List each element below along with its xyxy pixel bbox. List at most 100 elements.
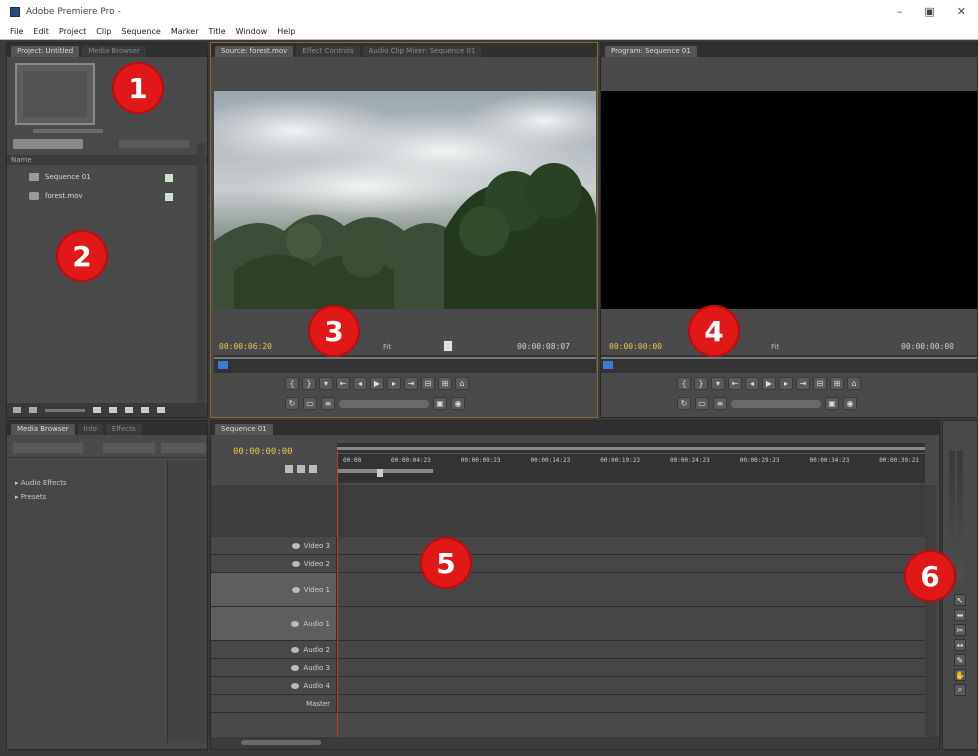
- menu-clip[interactable]: Clip: [96, 27, 111, 36]
- export-frame-button[interactable]: ⌂: [455, 377, 469, 390]
- list-view-icon[interactable]: [13, 407, 21, 413]
- maximize-button[interactable]: ▣: [924, 5, 934, 18]
- step-forward-button[interactable]: ▸: [387, 377, 401, 390]
- menu-title[interactable]: Title: [209, 27, 226, 36]
- tab-info[interactable]: Info: [77, 424, 103, 435]
- jog-shuttle[interactable]: [731, 399, 821, 408]
- pen-tool-icon[interactable]: ✎: [954, 654, 966, 666]
- tab-media-browser[interactable]: Media Browser: [82, 46, 146, 57]
- tree-item[interactable]: ▸ Audio Effects: [15, 479, 67, 487]
- zoom-tool-icon[interactable]: ⌕: [954, 684, 966, 696]
- resolution-icon[interactable]: [443, 340, 453, 352]
- files-of-type-select[interactable]: [103, 443, 155, 453]
- tab-project[interactable]: Project: Untitled: [11, 46, 80, 57]
- go-to-in-button[interactable]: ⇤: [728, 377, 742, 390]
- link-icon[interactable]: [309, 465, 317, 473]
- loop-button[interactable]: ↻: [677, 397, 691, 410]
- safe-margins-button[interactable]: ▭: [303, 397, 317, 410]
- program-timecode-in[interactable]: 00:00:00:00: [609, 342, 662, 351]
- add-marker-button[interactable]: ▾: [711, 377, 725, 390]
- timeline-zoom-bar[interactable]: [211, 737, 939, 749]
- source-timecode-in[interactable]: 00:00:06:20: [219, 342, 272, 351]
- program-time-ruler[interactable]: [601, 355, 977, 373]
- menu-sequence[interactable]: Sequence: [121, 27, 160, 36]
- tab-media-browser-2[interactable]: Media Browser: [11, 424, 75, 435]
- search-input[interactable]: [13, 139, 83, 149]
- snap-icon[interactable]: [285, 465, 293, 473]
- razor-tool-icon[interactable]: ✂: [954, 624, 966, 636]
- menu-window[interactable]: Window: [236, 27, 268, 36]
- menu-file[interactable]: File: [10, 27, 23, 36]
- insert-clip-button[interactable]: ▣: [433, 397, 447, 410]
- trash-icon[interactable]: [157, 407, 165, 413]
- menu-edit[interactable]: Edit: [33, 27, 49, 36]
- track-header[interactable]: Audio 4: [211, 677, 337, 694]
- speaker-icon[interactable]: [291, 682, 300, 689]
- close-button[interactable]: ✕: [957, 5, 966, 18]
- output-button[interactable]: ≡: [321, 397, 335, 410]
- mark-out-button[interactable]: }: [694, 377, 708, 390]
- new-bin-icon[interactable]: [125, 407, 133, 413]
- source-zoom-select[interactable]: Fit: [383, 343, 391, 351]
- step-back-button[interactable]: ◂: [353, 377, 367, 390]
- overwrite-button[interactable]: ⊞: [438, 377, 452, 390]
- track-lane[interactable]: [337, 607, 925, 640]
- go-to-in-button[interactable]: ⇤: [336, 377, 350, 390]
- in-dropdown[interactable]: [119, 140, 189, 148]
- loop-button[interactable]: ↻: [285, 397, 299, 410]
- column-header[interactable]: Name: [7, 155, 207, 165]
- step-forward-button[interactable]: ▸: [779, 377, 793, 390]
- jog-shuttle[interactable]: [339, 399, 429, 408]
- output-button[interactable]: ≡: [713, 397, 727, 410]
- track-header[interactable]: Audio 2: [211, 641, 337, 658]
- minimize-button[interactable]: –: [897, 5, 903, 18]
- go-to-out-button[interactable]: ⇥: [796, 377, 810, 390]
- list-item[interactable]: Sequence 01: [29, 173, 91, 181]
- speaker-icon[interactable]: [291, 646, 300, 653]
- eye-icon[interactable]: [291, 542, 300, 549]
- mark-out-button[interactable]: }: [302, 377, 316, 390]
- playhead-line[interactable]: [337, 451, 338, 741]
- safe-margins-button[interactable]: ▭: [695, 397, 709, 410]
- menu-marker[interactable]: Marker: [171, 27, 199, 36]
- track-header[interactable]: Audio 3: [211, 659, 337, 676]
- view-as-select[interactable]: [161, 443, 205, 453]
- timeline-vertical-scrollbar[interactable]: [925, 485, 937, 737]
- mark-in-button[interactable]: {: [285, 377, 299, 390]
- insert-button[interactable]: ⊟: [421, 377, 435, 390]
- eye-icon[interactable]: [291, 560, 300, 567]
- track-lane[interactable]: [337, 677, 925, 694]
- scrollbar[interactable]: [197, 143, 205, 403]
- menu-project[interactable]: Project: [59, 27, 86, 36]
- effects-search-input[interactable]: [13, 443, 83, 453]
- track-lane[interactable]: [337, 659, 925, 676]
- tree-item[interactable]: ▸ Presets: [15, 493, 46, 501]
- export-frame-button[interactable]: ⌂: [847, 377, 861, 390]
- program-zoom-select[interactable]: Fit: [771, 343, 779, 351]
- camera-icon[interactable]: ◉: [451, 397, 465, 410]
- hand-tool-icon[interactable]: ✋: [954, 669, 966, 681]
- track-lane[interactable]: [337, 641, 925, 658]
- track-lane[interactable]: [337, 695, 925, 712]
- track-header[interactable]: Video 2: [211, 555, 337, 572]
- tab-audio-clip-mixer[interactable]: Audio Clip Mixer: Sequence 01: [362, 46, 482, 57]
- playhead-icon[interactable]: [218, 361, 228, 369]
- tab-source[interactable]: Source: forest.mov: [215, 46, 294, 57]
- work-area-bar[interactable]: [337, 469, 433, 473]
- tab-program[interactable]: Program: Sequence 01: [605, 46, 697, 57]
- marker-icon[interactable]: [297, 465, 305, 473]
- list-item[interactable]: forest.mov: [29, 192, 83, 200]
- lift-button[interactable]: ⊟: [813, 377, 827, 390]
- find-icon[interactable]: [109, 407, 117, 413]
- new-item-icon[interactable]: [141, 407, 149, 413]
- source-time-ruler[interactable]: [214, 355, 596, 373]
- mark-in-button[interactable]: {: [677, 377, 691, 390]
- tab-effect-controls[interactable]: Effect Controls: [296, 46, 360, 57]
- automate-icon[interactable]: [93, 407, 101, 413]
- go-to-out-button[interactable]: ⇥: [404, 377, 418, 390]
- selection-tool-icon[interactable]: ↖: [954, 594, 966, 606]
- track-header[interactable]: Video 3: [211, 537, 337, 554]
- speaker-icon[interactable]: [291, 620, 300, 627]
- play-button[interactable]: ▶: [370, 377, 384, 390]
- eye-icon[interactable]: [291, 586, 300, 593]
